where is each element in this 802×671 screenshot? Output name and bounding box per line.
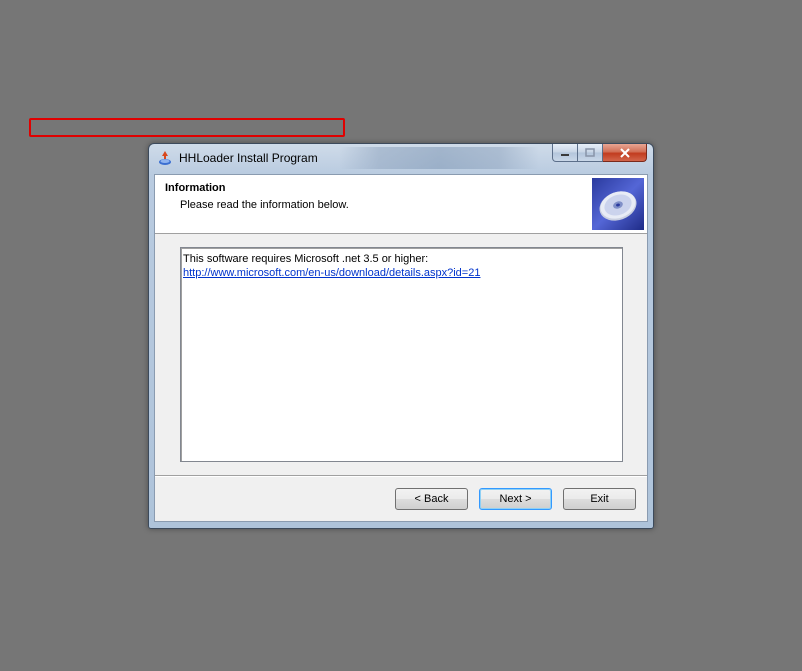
caption-buttons [552, 144, 647, 163]
disc-icon [592, 178, 644, 230]
back-button[interactable]: < Back [395, 488, 468, 510]
header-subtitle: Please read the information below. [180, 199, 349, 211]
minimize-icon [561, 153, 569, 156]
download-link[interactable]: http://www.microsoft.com/en-us/download/… [183, 267, 480, 279]
requirement-text: This software requires Microsoft .net 3.… [183, 253, 429, 265]
minimize-button[interactable] [552, 144, 578, 162]
installer-window: HHLoader Install Program Information Ple… [148, 143, 654, 529]
close-button[interactable] [603, 144, 647, 162]
next-button[interactable]: Next > [479, 488, 552, 510]
window-title: HHLoader Install Program [179, 151, 318, 165]
exit-button[interactable]: Exit [563, 488, 636, 510]
dialog-header: Information Please read the information … [155, 175, 647, 234]
title-bar-glass [339, 147, 539, 169]
installer-icon [157, 150, 173, 166]
header-title: Information [165, 182, 226, 194]
separator [155, 475, 647, 477]
title-bar[interactable]: HHLoader Install Program [149, 144, 653, 174]
link-highlight-box [29, 118, 345, 137]
information-textbox[interactable]: This software requires Microsoft .net 3.… [180, 247, 623, 462]
maximize-icon [585, 147, 595, 157]
dialog-client-area: Information Please read the information … [154, 174, 648, 522]
maximize-button[interactable] [578, 144, 603, 162]
close-icon [619, 147, 630, 158]
